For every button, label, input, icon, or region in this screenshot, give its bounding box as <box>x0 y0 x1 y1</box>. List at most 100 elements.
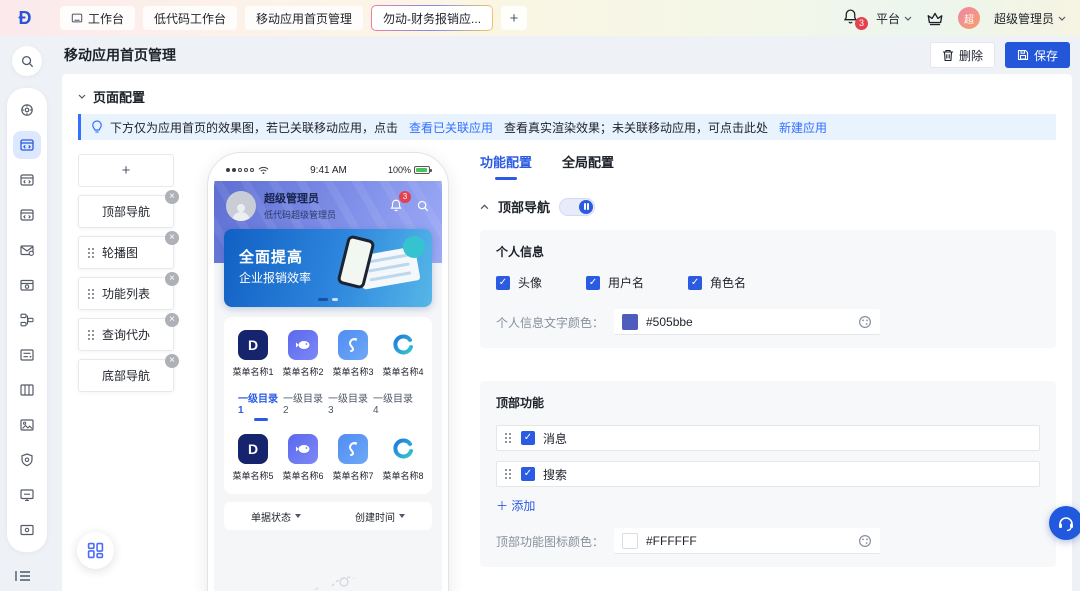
rail-icon-stack <box>7 88 47 552</box>
page-code-icon[interactable] <box>13 166 41 194</box>
config-panel: 功能配置 全局配置 顶部导航 个人信息 ✓ 头像 ✓ 用户名 ✓ 角色名 个人信… <box>480 152 1056 591</box>
config-tabs: 功能配置 全局配置 <box>480 152 1056 171</box>
top-nav-toggle[interactable] <box>559 197 596 216</box>
component-carousel[interactable]: 轮播图 × <box>78 231 179 269</box>
view-linked-app-link[interactable]: 查看已关联应用 <box>409 119 493 136</box>
user-menu[interactable]: 超级管理员 <box>994 10 1066 27</box>
close-icon[interactable]: × <box>165 190 179 204</box>
crown-icon[interactable] <box>926 9 944 27</box>
support-chat-button[interactable] <box>1049 506 1080 540</box>
category-tab-active[interactable]: 一级目录1 <box>238 390 283 416</box>
user-avatar[interactable]: 超 <box>957 7 980 29</box>
checkbox-username[interactable]: ✓ 用户名 <box>586 274 644 291</box>
monitor-icon[interactable] <box>13 481 41 509</box>
page-config-section-toggle[interactable]: 页面配置 <box>78 84 1056 108</box>
menu-item[interactable]: 菜单名称7 <box>328 434 378 482</box>
notification-badge: 3 <box>854 17 868 30</box>
checkbox-checked-icon: ✓ <box>496 275 510 290</box>
category-tab[interactable]: 一级目录3 <box>328 390 373 416</box>
menu-item[interactable]: 菜单名称8 <box>378 434 428 482</box>
menu-item[interactable]: 菜单名称3 <box>328 330 378 378</box>
checkbox-checked-icon[interactable]: ✓ <box>521 431 535 445</box>
rail-search-button[interactable] <box>12 46 42 76</box>
palette-icon[interactable] <box>858 534 872 548</box>
close-icon[interactable]: × <box>165 231 179 245</box>
checkbox-checked-icon: ✓ <box>586 275 601 290</box>
save-icon <box>1017 49 1029 61</box>
component-query-todo[interactable]: 查询代办 × <box>78 313 179 351</box>
personal-text-color-input[interactable]: #505bbe <box>614 309 880 335</box>
add-function-button[interactable]: ＋ 添加 <box>496 497 535 514</box>
menu-item[interactable]: D 菜单名称1 <box>228 330 278 378</box>
tab-finance-expense-active[interactable]: 勿动-财务报销应... <box>371 5 494 31</box>
tab-lowcode-workbench[interactable]: 低代码工作台 <box>143 6 238 30</box>
function-row-message[interactable]: ✓ 消息 <box>496 425 1040 451</box>
form-list-icon[interactable] <box>13 341 41 369</box>
category-tab[interactable]: 一级目录2 <box>283 390 328 416</box>
phone-user-avatar[interactable] <box>226 190 256 221</box>
palette-icon[interactable] <box>858 315 872 329</box>
menu-item[interactable]: 菜单名称4 <box>378 330 428 378</box>
notifications-button[interactable]: 3 <box>842 8 868 30</box>
save-button[interactable]: 保存 <box>1004 42 1070 68</box>
color-swatch[interactable] <box>622 532 638 549</box>
component-top-nav[interactable]: 顶部导航 × <box>78 190 179 228</box>
create-app-link[interactable]: 新建应用 <box>779 119 827 136</box>
component-function-list[interactable]: 功能列表 × <box>78 272 179 310</box>
page-code-icon-active[interactable] <box>13 131 41 159</box>
mail-settings-icon[interactable] <box>13 236 41 264</box>
close-icon[interactable]: × <box>165 354 179 368</box>
page-code-icon-2[interactable] <box>13 201 41 229</box>
search-icon[interactable] <box>416 199 430 213</box>
info-banner: 下方仅为应用首页的效果图，若已关联移动应用，点击 查看已关联应用 查看真实渲染效… <box>78 114 1056 140</box>
platform-menu[interactable]: 平台 <box>876 10 912 27</box>
checkbox-checked-icon[interactable]: ✓ <box>521 467 535 481</box>
phone-carousel-banner[interactable]: 全面提高 企业报销效率 <box>224 229 432 307</box>
app-logo-icon: Ð <box>18 7 32 28</box>
top-function-color-input[interactable]: #FFFFFF <box>614 528 880 554</box>
image-icon[interactable] <box>13 411 41 439</box>
menu-fold-icon[interactable] <box>14 569 32 583</box>
checkbox-avatar[interactable]: ✓ 头像 <box>496 274 542 291</box>
tab-label: 移动应用首页管理 <box>256 11 353 26</box>
menu-item[interactable]: 菜单名称2 <box>278 330 328 378</box>
function-row-search[interactable]: ✓ 搜索 <box>496 461 1040 487</box>
menu-item[interactable]: D 菜单名称5 <box>228 434 278 482</box>
flow-icon[interactable] <box>13 306 41 334</box>
filter-doc-status[interactable]: 单据状态 <box>224 509 328 524</box>
chevron-up-icon[interactable] <box>480 203 489 210</box>
service-gear-icon[interactable] <box>13 96 41 124</box>
close-icon[interactable]: × <box>165 313 179 327</box>
phone-bell-button[interactable]: 3 <box>389 191 411 213</box>
drag-handle[interactable] <box>88 288 94 299</box>
drag-handle[interactable] <box>88 329 94 340</box>
menu-item[interactable]: 菜单名称6 <box>278 434 328 482</box>
bulb-icon <box>92 120 102 133</box>
personal-text-color-row: 个人信息文字颜色： #505bbe <box>496 309 1040 335</box>
display-settings-icon[interactable] <box>13 516 41 544</box>
shield-settings-icon[interactable] <box>13 446 41 474</box>
tab-mobile-home-mgmt[interactable]: 移动应用首页管理 <box>245 6 364 30</box>
fish-icon <box>288 434 318 464</box>
color-swatch[interactable] <box>622 313 638 330</box>
filter-create-time[interactable]: 创建时间 <box>328 509 432 524</box>
new-tab-button[interactable]: + <box>501 6 528 30</box>
phone-user-name: 超级管理员 <box>264 193 319 205</box>
widget-launcher-button[interactable] <box>77 532 114 569</box>
menu-label: 菜单名称7 <box>332 471 374 481</box>
drag-handle[interactable] <box>88 247 94 258</box>
component-bottom-nav[interactable]: 底部导航 × <box>78 354 179 392</box>
main-area: 移动应用首页管理 删除 保存 页面配置 下方仅为应用首页的效果图，若已关联移动应… <box>54 36 1080 591</box>
add-component-button[interactable]: + <box>78 154 174 187</box>
drag-handle[interactable] <box>505 469 511 479</box>
drag-handle[interactable] <box>505 433 511 443</box>
delete-button[interactable]: 删除 <box>929 42 995 68</box>
tab-workbench[interactable]: 工作台 <box>60 6 136 30</box>
category-tab[interactable]: 一级目录4 <box>373 390 418 416</box>
checkbox-rolename[interactable]: ✓ 角色名 <box>688 274 746 291</box>
close-icon[interactable]: × <box>165 272 179 286</box>
table-columns-icon[interactable] <box>13 376 41 404</box>
archive-settings-icon[interactable] <box>13 271 41 299</box>
tab-function-config[interactable]: 功能配置 <box>480 152 532 171</box>
tab-global-config[interactable]: 全局配置 <box>562 152 614 171</box>
